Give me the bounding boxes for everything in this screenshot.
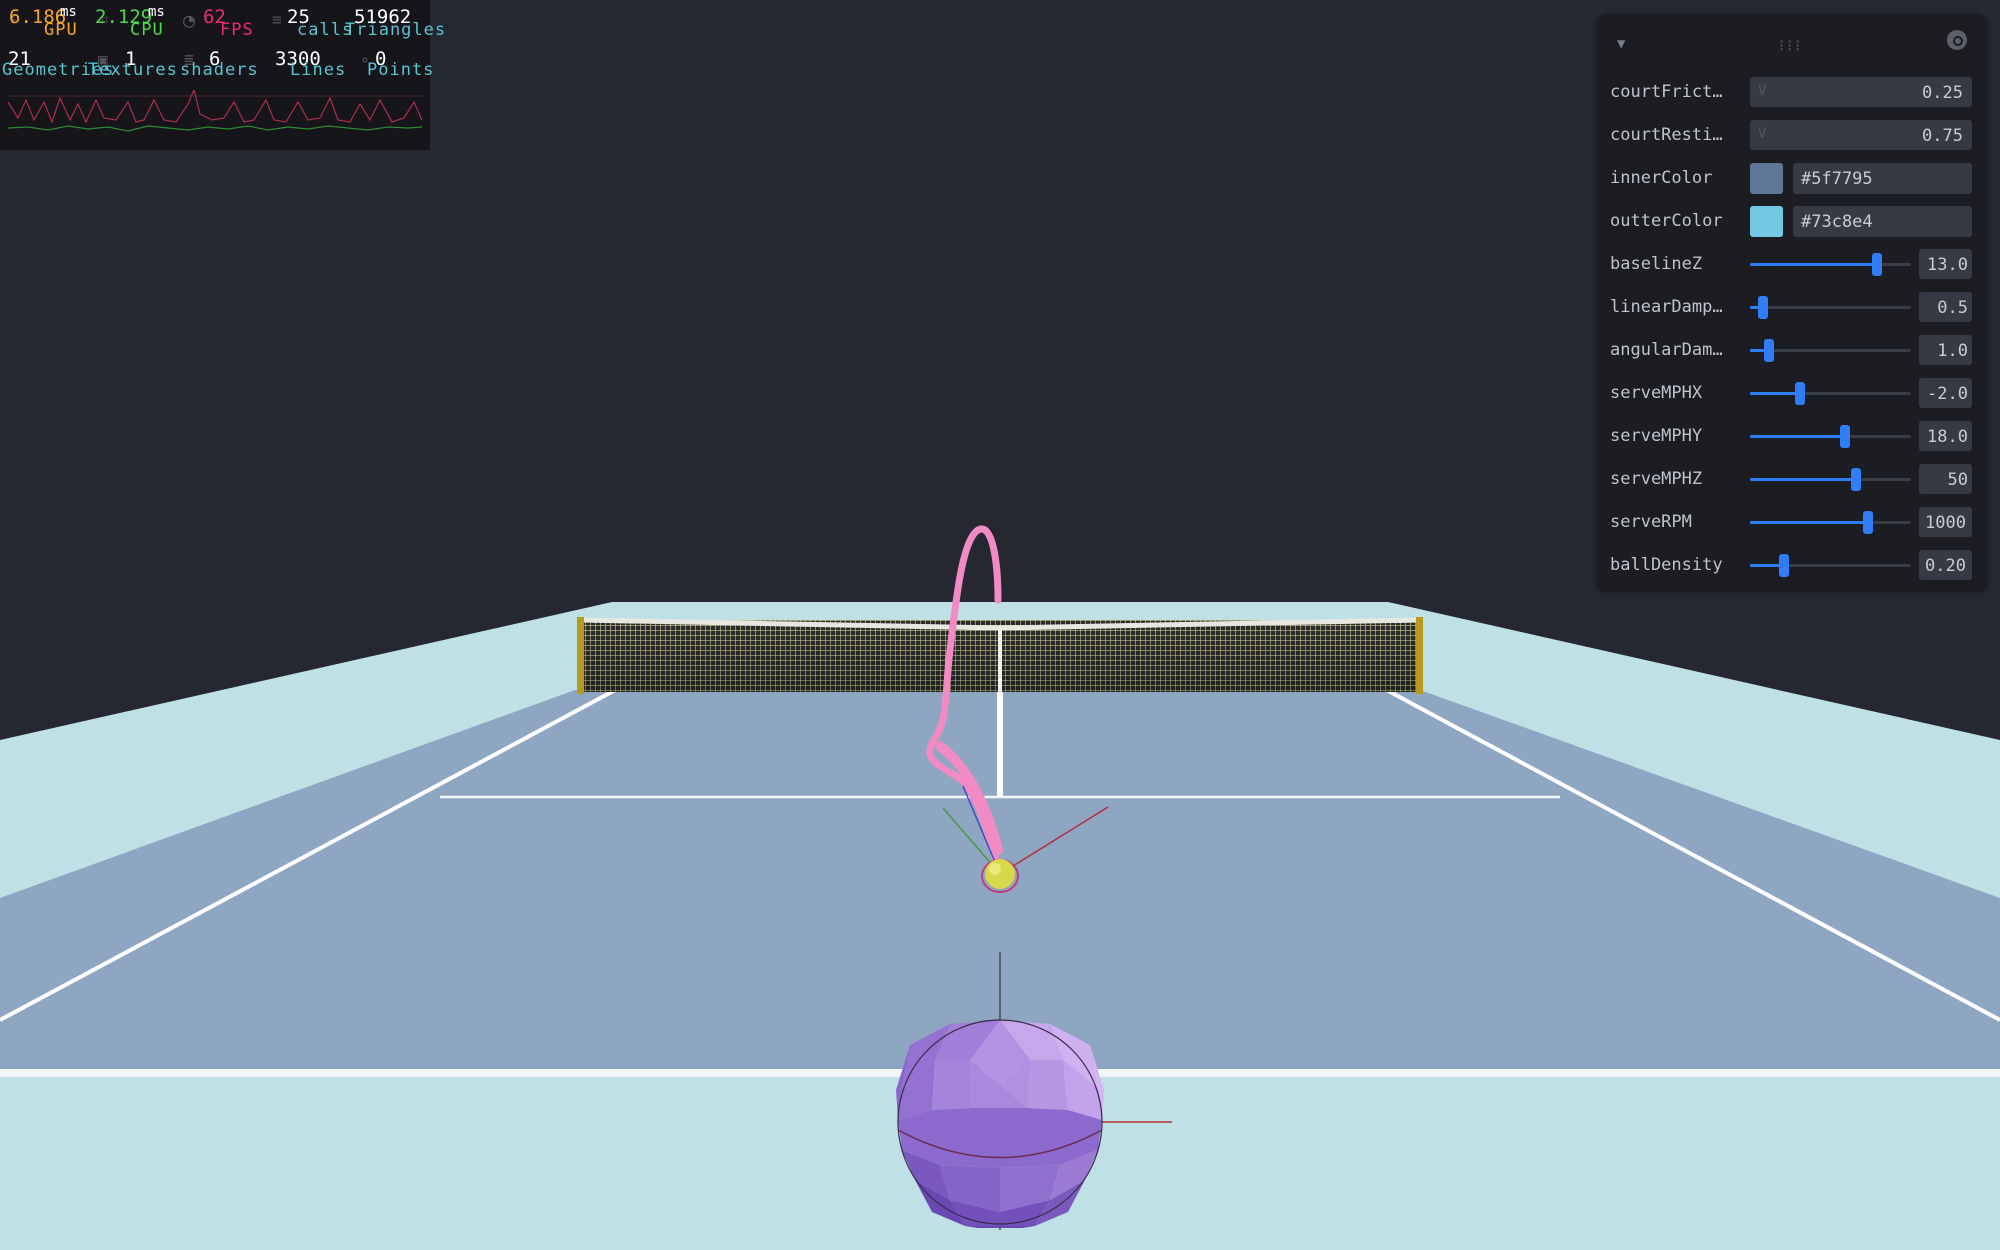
court-friction-label: courtFrict…	[1610, 82, 1723, 102]
serve-mph-x-row: serveMPHX -2.0	[1597, 375, 1987, 411]
baseline-z-value: 13.0	[1927, 255, 1968, 275]
fps-label: FPS	[220, 20, 254, 40]
outter-color-label: outterColor	[1610, 211, 1723, 231]
outter-color-swatch[interactable]	[1750, 206, 1783, 237]
slider-handle[interactable]	[1778, 554, 1789, 577]
serve-mph-y-value-input[interactable]: 18.0	[1919, 421, 1972, 451]
gpu-graph-line	[8, 90, 422, 124]
serve-mph-y-value: 18.0	[1927, 427, 1968, 447]
slider-handle[interactable]	[1757, 296, 1768, 319]
linear-damping-row: linearDamp… 0.5	[1597, 289, 1987, 325]
cpu-unit: ms	[148, 4, 165, 20]
value-icon: V	[1758, 83, 1767, 99]
serve-mph-y-row: serveMPHY 18.0	[1597, 418, 1987, 454]
value-icon: V	[1758, 126, 1767, 142]
serve-mph-z-label: serveMPHZ	[1610, 469, 1703, 489]
outter-color-row: outterColor #73c8e4	[1597, 203, 1987, 239]
baseline-z-slider[interactable]	[1750, 253, 1911, 276]
slider-handle[interactable]	[1862, 511, 1873, 534]
tennis-ball	[985, 859, 1015, 889]
court-friction-input[interactable]: V 0.25	[1750, 77, 1972, 107]
performance-stats-panel: ⚡ 6.186 ms GPU ⌗ 2.129 ms CPU ◔ 62 FPS ≡…	[0, 0, 445, 150]
triangles-label: Triangles	[345, 20, 447, 40]
lines-label: Lines	[290, 60, 347, 80]
slider-fill	[1750, 392, 1800, 395]
search-icon[interactable]	[1947, 30, 1967, 50]
slider-handle[interactable]	[1839, 425, 1850, 448]
court-friction-value: 0.25	[1922, 83, 1963, 103]
linear-damping-slider[interactable]	[1750, 296, 1911, 319]
angular-damping-slider[interactable]	[1750, 339, 1911, 362]
linear-damping-label: linearDamp…	[1610, 297, 1723, 317]
slider-handle[interactable]	[1764, 339, 1775, 362]
drag-grip-icon[interactable]: ⁝⁝⁝	[1779, 36, 1803, 55]
angular-damping-value-input[interactable]: 1.0	[1919, 335, 1972, 365]
serve-rpm-value-input[interactable]: 1000	[1919, 507, 1972, 537]
serve-mph-z-value-input[interactable]: 50	[1919, 464, 1972, 494]
gpu-label: GPU	[44, 20, 78, 40]
slider-fill	[1750, 435, 1845, 438]
slider-fill	[1750, 263, 1878, 266]
cpu-graph-line	[8, 125, 422, 132]
slider-handle[interactable]	[1794, 382, 1805, 405]
angular-damping-value: 1.0	[1937, 341, 1968, 361]
inner-color-swatch[interactable]	[1750, 163, 1783, 194]
serve-mph-z-slider[interactable]	[1750, 468, 1911, 491]
serve-mph-x-value: -2.0	[1927, 384, 1968, 404]
serve-rpm-row: serveRPM 1000	[1597, 504, 1987, 540]
ball-density-value: 0.20	[1925, 556, 1966, 576]
serve-rpm-slider[interactable]	[1750, 511, 1911, 534]
panel-header[interactable]: ▼ ⁝⁝⁝	[1597, 14, 1987, 70]
linear-damping-value: 0.5	[1937, 298, 1968, 318]
gpu-unit: ms	[60, 4, 77, 20]
fps-icon: ◔	[183, 8, 196, 32]
outter-color-value: #73c8e4	[1801, 212, 1873, 232]
serve-mph-z-value: 50	[1947, 470, 1968, 490]
baseline-z-label: baselineZ	[1610, 254, 1703, 274]
serve-mph-y-label: serveMPHY	[1610, 426, 1703, 446]
tennis-ball-highlight	[989, 863, 1001, 875]
inner-color-input[interactable]: #5f7795	[1793, 163, 1972, 194]
ball-density-slider[interactable]	[1750, 554, 1911, 577]
textures-label: Textures	[88, 60, 178, 80]
slider-handle[interactable]	[1851, 468, 1862, 491]
inner-color-label: innerColor	[1610, 168, 1713, 188]
court-restitution-value: 0.75	[1922, 126, 1963, 146]
cpu-label: CPU	[130, 20, 164, 40]
net-post-left	[577, 617, 584, 694]
points-label: Points	[367, 60, 435, 80]
serve-rpm-value: 1000	[1925, 513, 1966, 533]
inner-color-row: innerColor #5f7795	[1597, 160, 1987, 196]
serve-mph-y-slider[interactable]	[1750, 425, 1911, 448]
court-friction-row: courtFrict… V 0.25	[1597, 74, 1987, 110]
performance-graph	[8, 90, 422, 132]
slider-fill	[1750, 521, 1868, 524]
serve-mph-x-label: serveMPHX	[1610, 383, 1703, 403]
angular-damping-label: angularDam…	[1610, 340, 1723, 360]
net-post-right	[1416, 617, 1423, 694]
serve-mph-z-row: serveMPHZ 50	[1597, 461, 1987, 497]
serve-rpm-label: serveRPM	[1610, 512, 1692, 532]
court-restitution-input[interactable]: V 0.75	[1750, 120, 1972, 150]
ball-density-label: ballDensity	[1610, 555, 1723, 575]
collapse-chevron-icon[interactable]: ▼	[1617, 36, 1625, 52]
court-restitution-row: courtResti… V 0.75	[1597, 117, 1987, 153]
controls-panel: ▼ ⁝⁝⁝ courtFrict… V 0.25 courtResti… V 0…	[1597, 14, 1987, 590]
serve-mph-x-value-input[interactable]: -2.0	[1919, 378, 1972, 408]
linear-damping-value-input[interactable]: 0.5	[1919, 292, 1972, 322]
inner-color-value: #5f7795	[1801, 169, 1873, 189]
slider-handle[interactable]	[1872, 253, 1883, 276]
angular-damping-row: angularDam… 1.0	[1597, 332, 1987, 368]
player-sphere	[896, 1019, 1104, 1228]
shaders-label: shaders	[180, 60, 259, 80]
outter-color-input[interactable]: #73c8e4	[1793, 206, 1972, 237]
serve-mph-x-slider[interactable]	[1750, 382, 1911, 405]
slider-fill	[1750, 478, 1857, 481]
calls-icon: ≡	[272, 10, 282, 29]
ball-density-row: ballDensity 0.20	[1597, 547, 1987, 583]
baseline-z-value-input[interactable]: 13.0	[1919, 249, 1972, 279]
ball-density-value-input[interactable]: 0.20	[1919, 550, 1972, 580]
court-restitution-label: courtResti…	[1610, 125, 1723, 145]
baseline-z-row: baselineZ 13.0	[1597, 246, 1987, 282]
